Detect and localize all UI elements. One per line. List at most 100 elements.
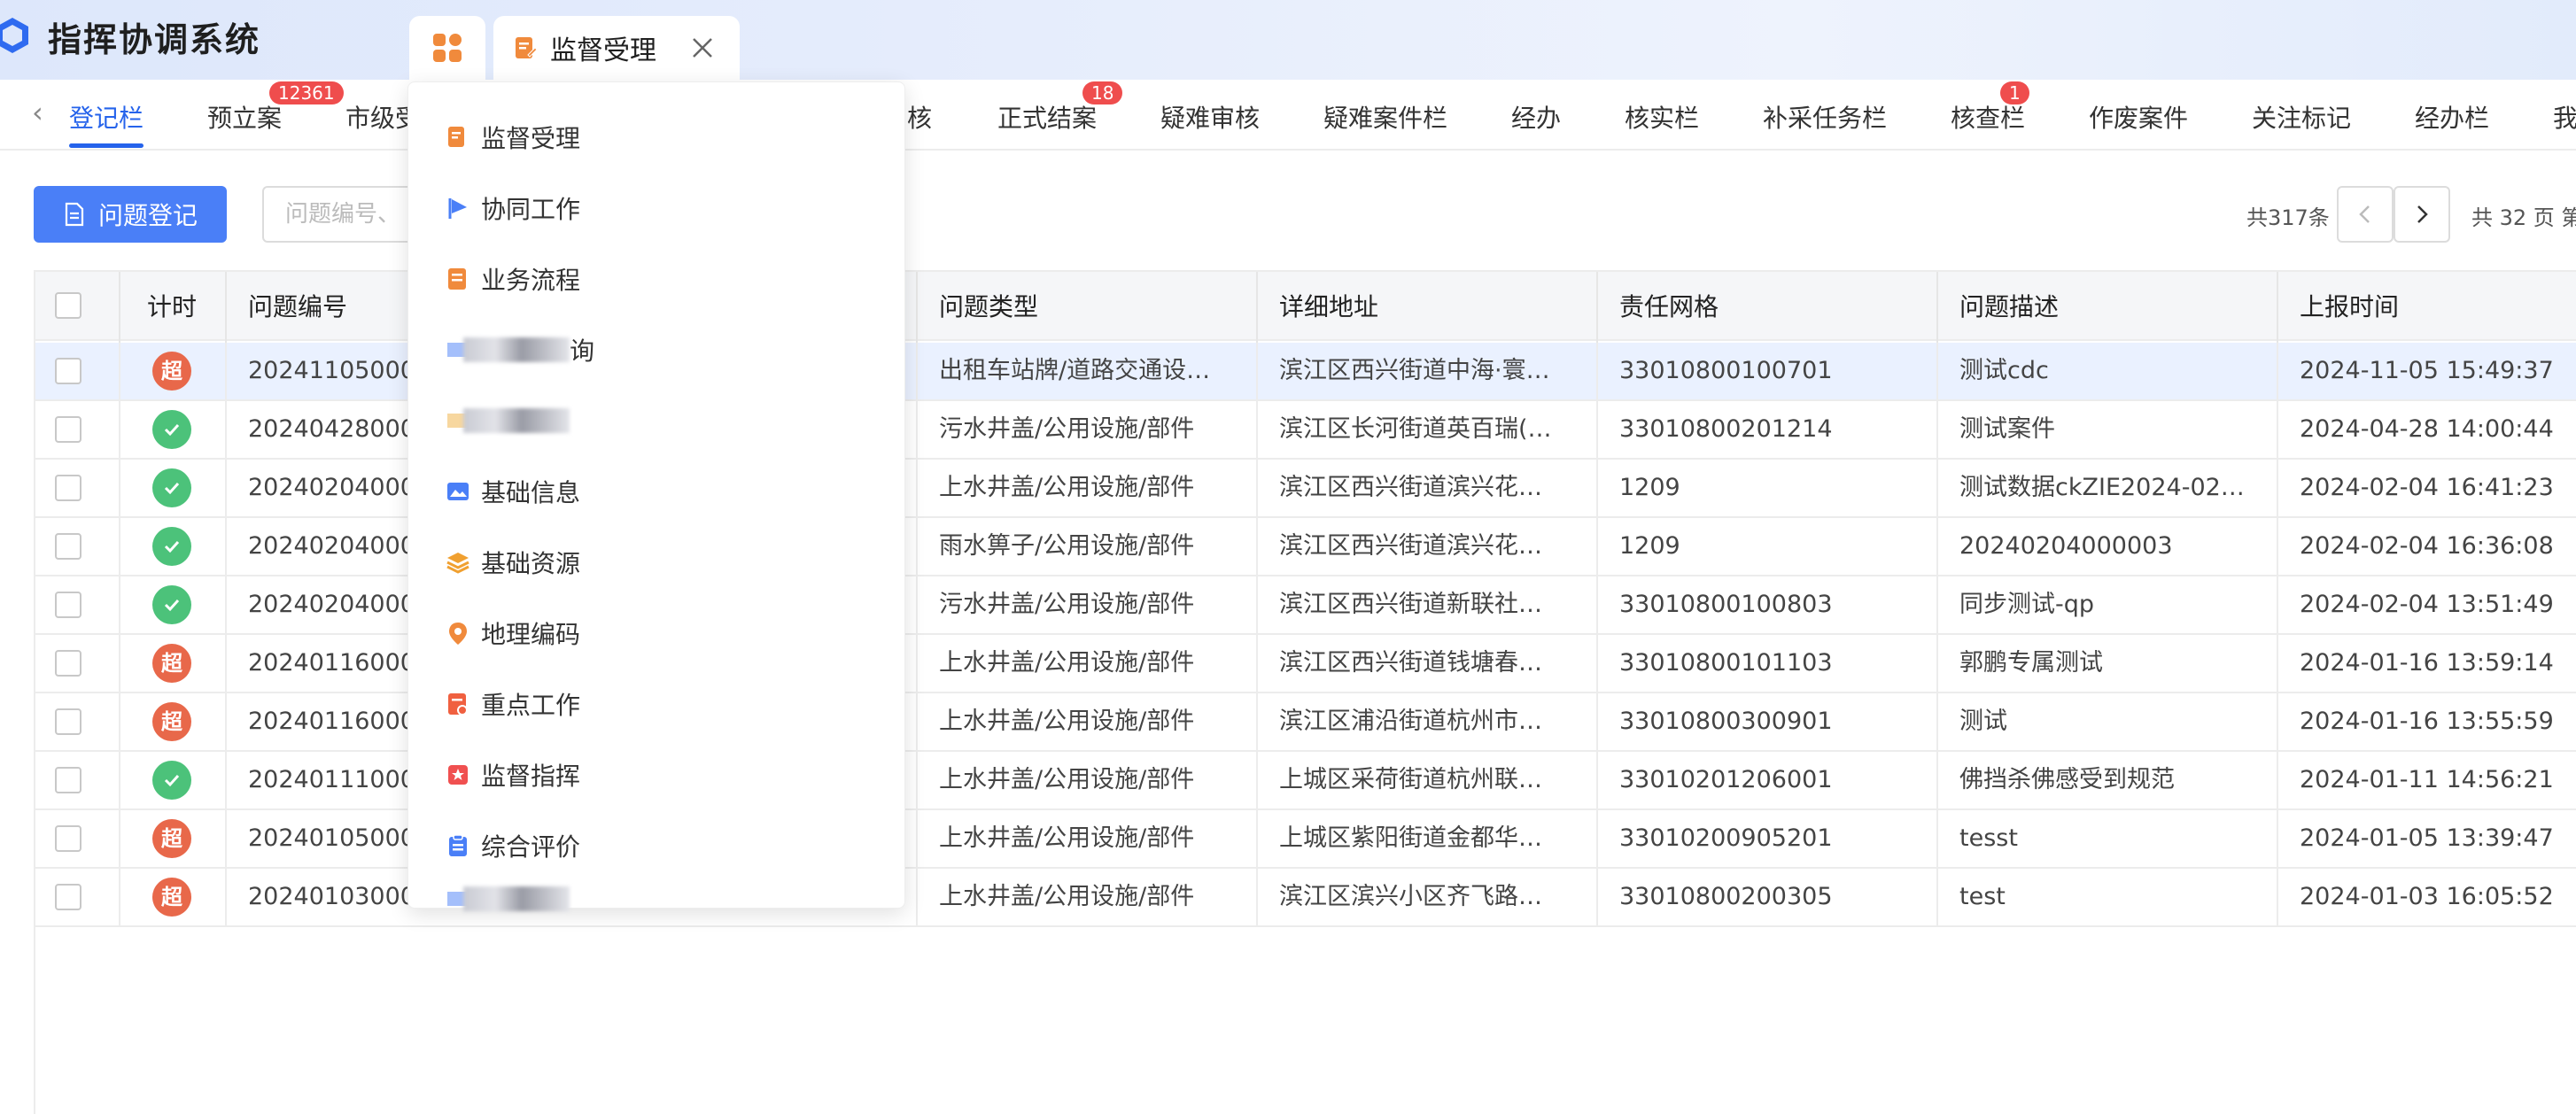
dropdown-item[interactable] (446, 403, 570, 438)
chevron-left-icon (2359, 205, 2370, 223)
subnav-item-difficult-review[interactable]: 疑难审核 (1160, 99, 1260, 135)
row-select-cell (35, 635, 120, 692)
header-address: 详细地址 (1258, 272, 1598, 343)
edit-doc-icon (446, 125, 470, 150)
prev-page-button[interactable] (2337, 186, 2394, 243)
register-problem-button[interactable]: 问题登记 (34, 186, 227, 243)
scroll-left-icon[interactable]: ‹ (32, 96, 43, 129)
cell-description: 佛挡杀佛感受到规范 (1938, 752, 2278, 808)
subnav-item-formal-close[interactable]: 正式结案 18 (997, 81, 1123, 135)
cell-description: 测试数据ckZIE2024-02… (1938, 460, 2278, 516)
subnav-item-void-cases[interactable]: 作废案件 (2089, 99, 2188, 135)
row-checkbox[interactable] (55, 416, 81, 443)
blurred-placeholder (463, 337, 570, 362)
top-bar: 指挥协调系统 监督受理 (0, 0, 2576, 80)
overdue-badge: 超 (152, 878, 191, 917)
tab-label: 监督受理 (550, 35, 656, 66)
sub-navigation: ‹ 登记栏 预立案 12361 市级受 核 正式结案 18 疑难审核 疑难案件栏 经… (0, 80, 2576, 151)
dropdown-item[interactable]: 地理编码 (446, 615, 580, 651)
dropdown-item[interactable] (446, 881, 570, 917)
cell-timer: 超 (120, 810, 227, 867)
cell-timer (120, 401, 227, 458)
count-badge: 18 (1082, 81, 1123, 104)
check-icon (152, 761, 191, 800)
page-info: 共 32 页 第 (2471, 205, 2576, 230)
dropdown-item-label: 地理编码 (481, 620, 581, 649)
cell-address: 滨江区西兴街道滨兴花… (1258, 518, 1598, 575)
next-page-button[interactable] (2394, 186, 2450, 243)
row-checkbox[interactable] (55, 475, 81, 501)
location-pin-icon (446, 621, 470, 646)
subnav-item-handling-column[interactable]: 经办栏 (2415, 99, 2489, 135)
subnav-item-check[interactable]: 核查栏 1 (1951, 81, 2029, 135)
cell-address: 滨江区浦沿街道杭州市… (1258, 693, 1598, 750)
row-select-cell (35, 518, 120, 575)
cell-problem-type: 上水井盖/公用设施/部件 (918, 869, 1258, 925)
row-checkbox[interactable] (55, 708, 81, 735)
select-all-checkbox[interactable] (55, 292, 81, 319)
cell-address: 滨江区西兴街道钱塘春… (1258, 635, 1598, 692)
edit-doc-icon (516, 37, 538, 58)
total-count: 共317条 (2246, 205, 2330, 230)
dropdown-item[interactable]: 重点工作 (446, 686, 580, 722)
header-problem-type: 问题类型 (918, 272, 1258, 343)
document-icon (65, 202, 84, 227)
cell-grid: 33010800101103 (1598, 635, 1938, 692)
blurred-placeholder (463, 408, 570, 433)
row-checkbox[interactable] (55, 767, 81, 793)
subnav-item-difficult-cases[interactable]: 疑难案件栏 (1323, 99, 1447, 135)
close-icon[interactable] (688, 34, 717, 62)
cell-grid: 33010800100701 (1598, 343, 1938, 399)
subnav-item-register[interactable]: 登记栏 (69, 99, 144, 135)
check-icon (152, 468, 191, 507)
process-doc-icon (446, 267, 470, 291)
count-badge: 12361 (269, 81, 344, 104)
row-checkbox[interactable] (55, 533, 81, 560)
dropdown-item[interactable]: 综合评价 (446, 828, 580, 863)
cell-problem-type: 上水井盖/公用设施/部件 (918, 693, 1258, 750)
star-badge-icon (446, 762, 470, 787)
row-checkbox[interactable] (55, 650, 81, 677)
cell-grid: 1209 (1598, 460, 1938, 516)
row-select-cell (35, 343, 120, 399)
row-checkbox[interactable] (55, 358, 81, 384)
subnav-item-review[interactable]: 核 (907, 99, 932, 135)
cell-address: 滨江区滨兴小区齐飞路… (1258, 869, 1598, 925)
dropdown-item[interactable]: 协同工作 (446, 190, 580, 226)
task-doc-icon (446, 692, 470, 716)
row-checkbox[interactable] (55, 592, 81, 618)
cell-description: test (1938, 869, 2278, 925)
cell-problem-type: 上水井盖/公用设施/部件 (918, 460, 1258, 516)
row-checkbox[interactable] (55, 825, 81, 852)
dropdown-item[interactable]: 询 (446, 332, 594, 367)
overdue-badge: 超 (152, 702, 191, 741)
dropdown-item[interactable]: 业务流程 (446, 261, 580, 297)
cell-address: 滨江区西兴街道中海·寰… (1258, 343, 1598, 399)
dropdown-item-label: 监督受理 (481, 124, 581, 153)
dropdown-item[interactable]: 监督受理 (446, 120, 580, 155)
subnav-item-mine[interactable]: 我 (2553, 99, 2576, 135)
dropdown-item[interactable]: 基础信息 (446, 474, 580, 509)
app-title: 指挥协调系统 (48, 20, 261, 59)
cell-report-time: 2024-11-05 15:49:37 (2300, 357, 2554, 384)
subnav-item-supplement-task[interactable]: 补采任务栏 (1763, 99, 1887, 135)
cell-report-time: 2024-02-04 16:36:08 (2300, 532, 2554, 560)
dropdown-item[interactable]: 监督指挥 (446, 757, 580, 793)
cell-grid: 33010201206001 (1598, 752, 1938, 808)
cell-grid: 1209 (1598, 518, 1938, 575)
subnav-item-follow-mark[interactable]: 关注标记 (2252, 99, 2351, 135)
subnav-item-verify[interactable]: 核实栏 (1625, 99, 1699, 135)
dropdown-item-label: 重点工作 (481, 691, 581, 720)
cell-description: 20240204000003 (1938, 518, 2278, 575)
tab-supervision-acceptance[interactable]: 监督受理 (493, 16, 740, 80)
chevron-right-icon (2417, 205, 2428, 223)
apps-menu-tab[interactable] (409, 16, 485, 80)
cell-address: 滨江区西兴街道滨兴花… (1258, 460, 1598, 516)
cell-address: 上城区紫阳街道金都华… (1258, 810, 1598, 867)
cell-description: 同步测试-qp (1938, 576, 2278, 633)
subnav-item-pre-filing[interactable]: 预立案 12361 (207, 81, 344, 135)
cell-problem-type: 上水井盖/公用设施/部件 (918, 810, 1258, 867)
row-checkbox[interactable] (55, 884, 81, 910)
subnav-item-handling[interactable]: 经办 (1511, 99, 1561, 135)
dropdown-item[interactable]: 基础资源 (446, 545, 580, 580)
